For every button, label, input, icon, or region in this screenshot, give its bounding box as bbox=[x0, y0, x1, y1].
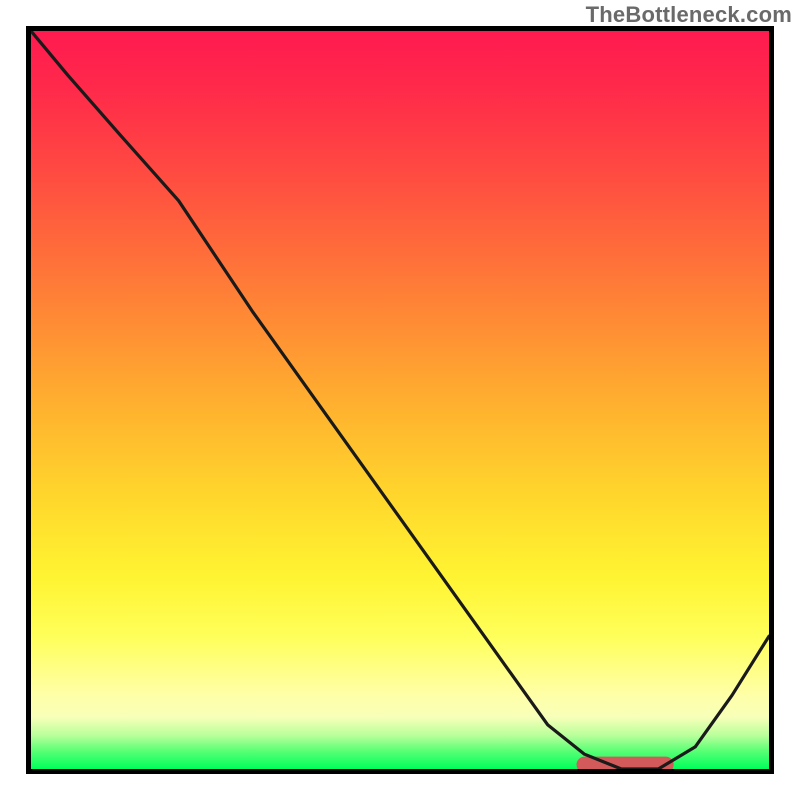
chart-container: TheBottleneck.com bbox=[0, 0, 800, 800]
plot-frame bbox=[26, 26, 774, 774]
plot-inner bbox=[26, 26, 774, 774]
watermark-text: TheBottleneck.com bbox=[586, 2, 792, 28]
heat-gradient bbox=[31, 31, 769, 769]
